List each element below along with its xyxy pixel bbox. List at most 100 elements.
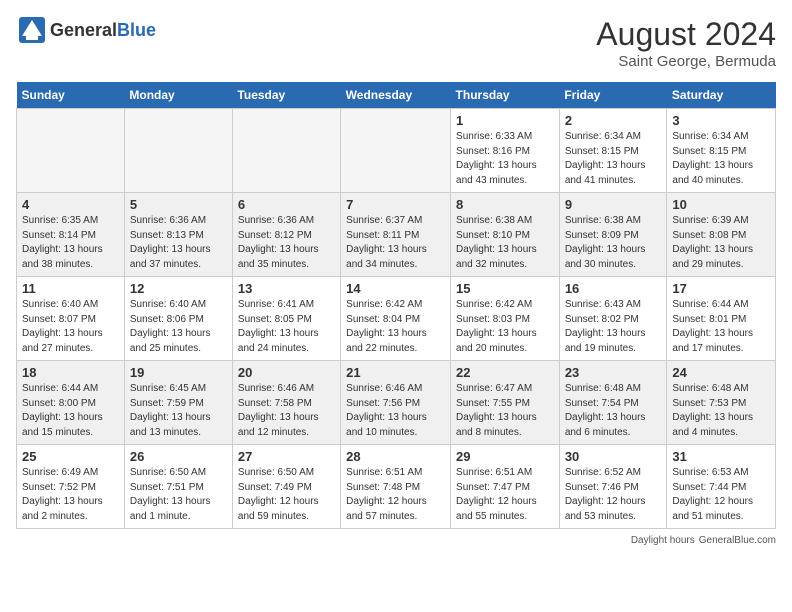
calendar-cell: 31Sunrise: 6:53 AM Sunset: 7:44 PM Dayli… [667, 445, 776, 529]
day-number: 16 [565, 281, 662, 296]
day-info: Sunrise: 6:36 AM Sunset: 8:13 PM Dayligh… [130, 214, 227, 272]
day-info: Sunrise: 6:50 AM Sunset: 7:51 PM Dayligh… [130, 466, 227, 524]
col-header-sunday: Sunday [17, 82, 125, 109]
month-year-title: August 2024 [596, 16, 776, 53]
day-info: Sunrise: 6:34 AM Sunset: 8:15 PM Dayligh… [672, 130, 770, 188]
day-number: 3 [672, 113, 770, 128]
day-number: 12 [130, 281, 227, 296]
calendar-cell [17, 109, 125, 193]
calendar-cell: 10 Sunrise: 6:39 AM Sunset: 8:08 PM Dayli… [667, 193, 776, 277]
logo: GeneralBlue [16, 16, 156, 44]
calendar-cell: 28 Sunrise: 6:51 AM Sunset: 7:48 PM Dayli… [341, 445, 451, 529]
day-info: Sunrise: 6:53 AM Sunset: 7:44 PM Dayligh… [672, 466, 770, 524]
day-info: Sunrise: 6:49 AM Sunset: 7:52 PM Dayligh… [22, 466, 119, 524]
day-number: 9 [565, 197, 662, 212]
calendar-cell: 4 Sunrise: 6:35 AM Sunset: 8:14 PM Daylig… [17, 193, 125, 277]
location-subtitle: Saint George, Bermuda [596, 53, 776, 70]
day-number: 7 [346, 197, 445, 212]
day-info: Sunrise: 6:35 AM Sunset: 8:14 PM Dayligh… [22, 214, 119, 272]
day-info: Sunrise: 6:51 AM Sunset: 7:48 PM Dayligh… [346, 466, 445, 524]
calendar-cell [124, 109, 232, 193]
day-number: 10 [672, 197, 770, 212]
day-info: Sunrise: 6:33 AM Sunset: 8:16 PM Dayligh… [456, 130, 554, 188]
page-header: GeneralBlue August 2024 Saint George, Be… [16, 16, 776, 70]
calendar-cell: 8Sunrise: 6:38 AM Sunset: 8:10 PM Daylig… [451, 193, 560, 277]
col-header-tuesday: Tuesday [232, 82, 340, 109]
calendar-cell: 6Sunrise: 6:36 AM Sunset: 8:12 PM Daylig… [232, 193, 340, 277]
calendar-cell: 23Sunrise: 6:48 AM Sunset: 7:54 PM Dayli… [559, 361, 667, 445]
day-number: 18 [22, 365, 119, 380]
day-info: Sunrise: 6:38 AM Sunset: 8:10 PM Dayligh… [456, 214, 554, 272]
calendar-cell: 24 Sunrise: 6:48 AM Sunset: 7:53 PM Dayli… [667, 361, 776, 445]
logo-blue: Blue [117, 20, 156, 40]
day-number: 26 [130, 449, 227, 464]
day-info: Sunrise: 6:46 AM Sunset: 7:58 PM Dayligh… [238, 382, 335, 440]
footer-label: Daylight hours [631, 535, 695, 546]
day-info: Sunrise: 6:46 AM Sunset: 7:56 PM Dayligh… [346, 382, 445, 440]
calendar-cell: 5Sunrise: 6:36 AM Sunset: 8:13 PM Daylig… [124, 193, 232, 277]
calendar-week-3: 11 Sunrise: 6:40 AM Sunset: 8:07 PM Dayli… [17, 277, 776, 361]
day-info: Sunrise: 6:48 AM Sunset: 7:53 PM Dayligh… [672, 382, 770, 440]
day-info: Sunrise: 6:41 AM Sunset: 8:05 PM Dayligh… [238, 298, 335, 356]
calendar-week-1: 1 Sunrise: 6:33 AM Sunset: 8:16 PM Daylig… [17, 109, 776, 193]
calendar-cell: 15 Sunrise: 6:42 AM Sunset: 8:03 PM Dayli… [451, 277, 560, 361]
day-info: Sunrise: 6:50 AM Sunset: 7:49 PM Dayligh… [238, 466, 335, 524]
day-number: 30 [565, 449, 662, 464]
day-number: 21 [346, 365, 445, 380]
day-number: 4 [22, 197, 119, 212]
day-info: Sunrise: 6:37 AM Sunset: 8:11 PM Dayligh… [346, 214, 445, 272]
day-number: 20 [238, 365, 335, 380]
day-info: Sunrise: 6:44 AM Sunset: 8:00 PM Dayligh… [22, 382, 119, 440]
calendar-cell: 16 Sunrise: 6:43 AM Sunset: 8:02 PM Dayli… [559, 277, 667, 361]
day-info: Sunrise: 6:42 AM Sunset: 8:03 PM Dayligh… [456, 298, 554, 356]
calendar-cell: 25 Sunrise: 6:49 AM Sunset: 7:52 PM Dayli… [17, 445, 125, 529]
day-number: 2 [565, 113, 662, 128]
col-header-friday: Friday [559, 82, 667, 109]
logo-general: General [50, 20, 117, 40]
day-number: 24 [672, 365, 770, 380]
calendar-cell [341, 109, 451, 193]
day-info: Sunrise: 6:45 AM Sunset: 7:59 PM Dayligh… [130, 382, 227, 440]
calendar-cell: 13Sunrise: 6:41 AM Sunset: 8:05 PM Dayli… [232, 277, 340, 361]
footer-source: GeneralBlue.com [699, 535, 776, 546]
day-number: 1 [456, 113, 554, 128]
day-info: Sunrise: 6:34 AM Sunset: 8:15 PM Dayligh… [565, 130, 662, 188]
calendar-table: SundayMondayTuesdayWednesdayThursdayFrid… [16, 82, 776, 529]
col-header-thursday: Thursday [451, 82, 560, 109]
calendar-week-2: 4 Sunrise: 6:35 AM Sunset: 8:14 PM Daylig… [17, 193, 776, 277]
col-header-monday: Monday [124, 82, 232, 109]
calendar-cell: 21 Sunrise: 6:46 AM Sunset: 7:56 PM Dayli… [341, 361, 451, 445]
day-number: 15 [456, 281, 554, 296]
calendar-cell: 29 Sunrise: 6:51 AM Sunset: 7:47 PM Dayli… [451, 445, 560, 529]
day-number: 28 [346, 449, 445, 464]
calendar-cell: 19 Sunrise: 6:45 AM Sunset: 7:59 PM Dayli… [124, 361, 232, 445]
title-block: August 2024 Saint George, Bermuda [596, 16, 776, 70]
day-info: Sunrise: 6:42 AM Sunset: 8:04 PM Dayligh… [346, 298, 445, 356]
calendar-cell: 11 Sunrise: 6:40 AM Sunset: 8:07 PM Dayli… [17, 277, 125, 361]
day-number: 17 [672, 281, 770, 296]
col-header-wednesday: Wednesday [341, 82, 451, 109]
day-info: Sunrise: 6:44 AM Sunset: 8:01 PM Dayligh… [672, 298, 770, 356]
day-number: 11 [22, 281, 119, 296]
day-info: Sunrise: 6:51 AM Sunset: 7:47 PM Dayligh… [456, 466, 554, 524]
day-number: 25 [22, 449, 119, 464]
day-info: Sunrise: 6:39 AM Sunset: 8:08 PM Dayligh… [672, 214, 770, 272]
header-row: SundayMondayTuesdayWednesdayThursdayFrid… [17, 82, 776, 109]
calendar-cell: 20 Sunrise: 6:46 AM Sunset: 7:58 PM Dayli… [232, 361, 340, 445]
day-info: Sunrise: 6:52 AM Sunset: 7:46 PM Dayligh… [565, 466, 662, 524]
col-header-saturday: Saturday [667, 82, 776, 109]
calendar-week-4: 18 Sunrise: 6:44 AM Sunset: 8:00 PM Dayli… [17, 361, 776, 445]
day-number: 22 [456, 365, 554, 380]
calendar-cell: 18 Sunrise: 6:44 AM Sunset: 8:00 PM Dayli… [17, 361, 125, 445]
calendar-cell: 2 Sunrise: 6:34 AM Sunset: 8:15 PM Daylig… [559, 109, 667, 193]
calendar-cell: 26 Sunrise: 6:50 AM Sunset: 7:51 PM Dayli… [124, 445, 232, 529]
day-info: Sunrise: 6:40 AM Sunset: 8:07 PM Dayligh… [22, 298, 119, 356]
day-info: Sunrise: 6:38 AM Sunset: 8:09 PM Dayligh… [565, 214, 662, 272]
calendar-cell: 3 Sunrise: 6:34 AM Sunset: 8:15 PM Daylig… [667, 109, 776, 193]
day-info: Sunrise: 6:40 AM Sunset: 8:06 PM Dayligh… [130, 298, 227, 356]
day-number: 29 [456, 449, 554, 464]
calendar-cell [232, 109, 340, 193]
day-number: 19 [130, 365, 227, 380]
day-info: Sunrise: 6:43 AM Sunset: 8:02 PM Dayligh… [565, 298, 662, 356]
calendar-cell: 30 Sunrise: 6:52 AM Sunset: 7:46 PM Dayli… [559, 445, 667, 529]
